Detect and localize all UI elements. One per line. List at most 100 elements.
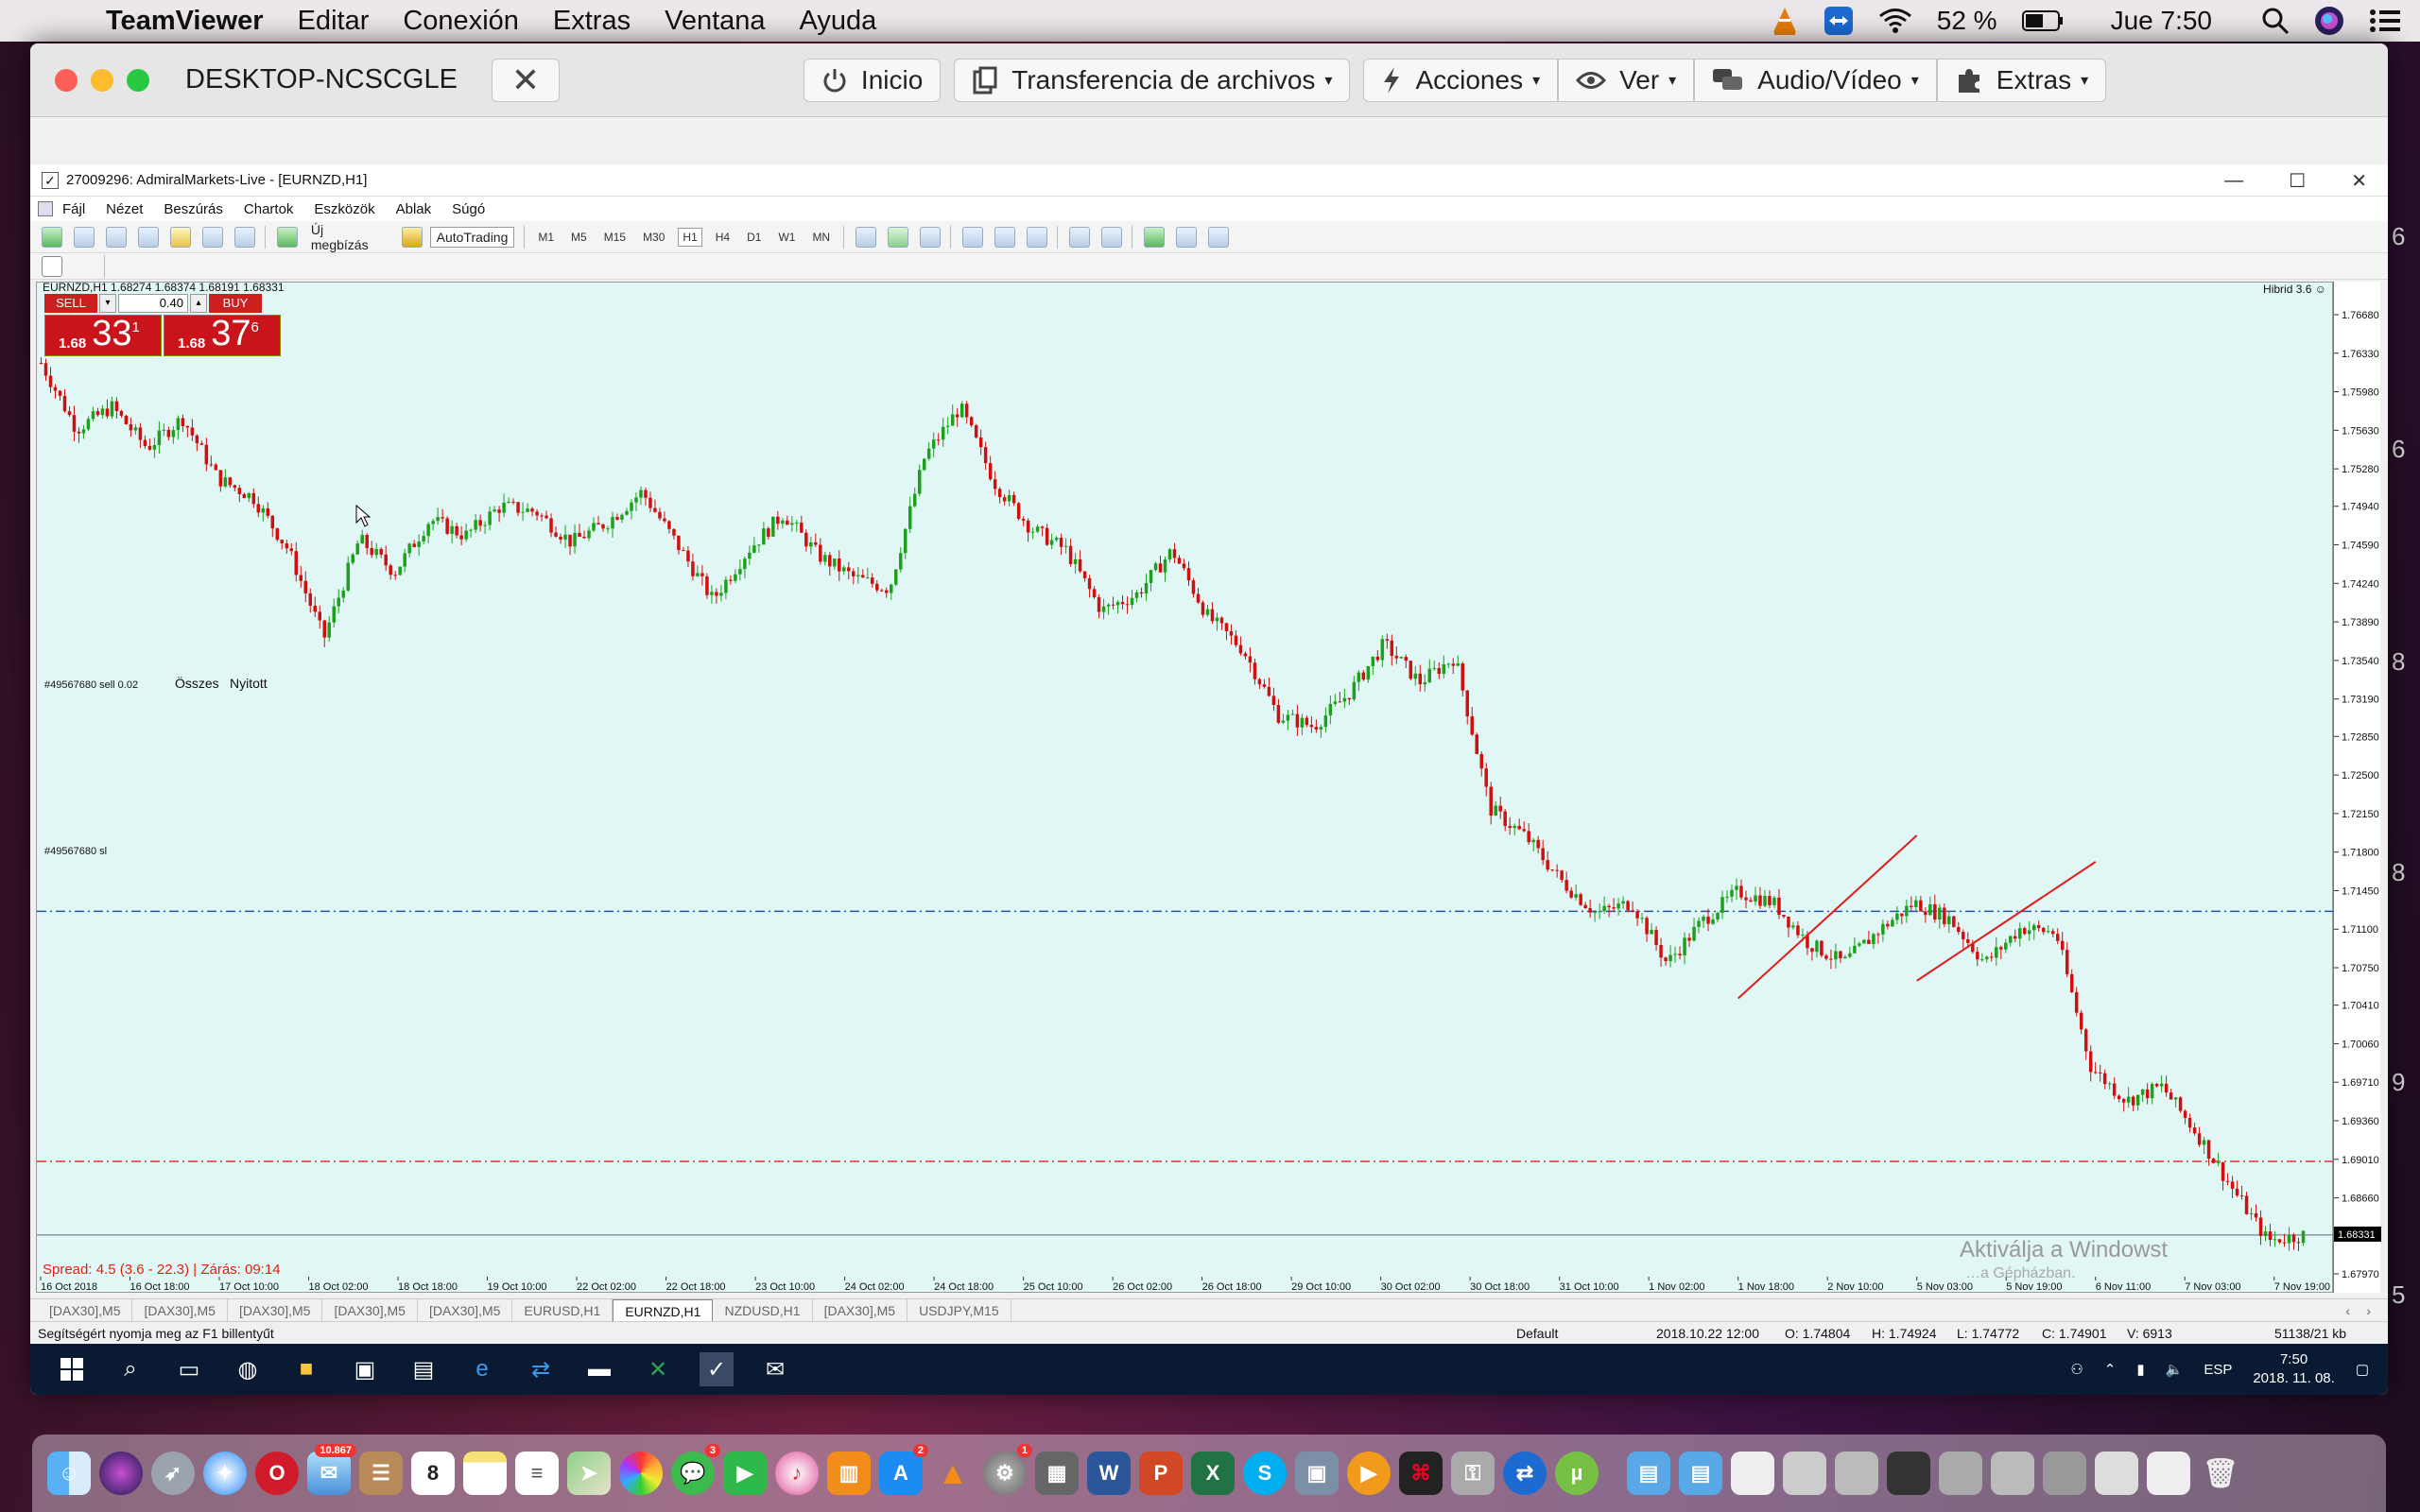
timeframe-h1[interactable]: H1 — [678, 227, 702, 247]
document-thumbnail-icon[interactable] — [2043, 1452, 2086, 1495]
wifi-icon[interactable] — [1878, 8, 1912, 34]
menu-fajl[interactable]: Fájl — [62, 201, 85, 217]
search-icon[interactable] — [2335, 227, 2356, 248]
osszes-label[interactable]: Összes — [175, 676, 219, 691]
timeframe-m5[interactable]: M5 — [567, 229, 591, 246]
monitor-icon[interactable]: ▬ — [582, 1352, 616, 1386]
itunes-icon[interactable]: ♪ — [775, 1452, 819, 1495]
zoom-in-icon[interactable] — [962, 226, 984, 248]
finder-icon[interactable]: ☺ — [47, 1452, 91, 1495]
menu-editar[interactable]: Editar — [298, 6, 370, 37]
file-transfer-button[interactable]: Transferencia de archivos ▾ — [954, 58, 1351, 102]
chart-tab[interactable]: [DAX30],M5 — [418, 1298, 513, 1322]
chart-tab[interactable]: NZDUSD,H1 — [713, 1298, 813, 1322]
siri-dock-icon[interactable] — [99, 1452, 143, 1495]
timeframe-m30[interactable]: M30 — [639, 229, 668, 246]
timeframe-mn[interactable]: MN — [808, 229, 834, 246]
photos-icon[interactable] — [619, 1452, 663, 1495]
close-icon[interactable]: ✕ — [2351, 169, 2367, 193]
timeframe-m15[interactable]: M15 — [600, 229, 630, 246]
vertical-line-icon[interactable] — [116, 256, 137, 277]
minimize-icon[interactable]: — — [2224, 170, 2243, 192]
rectangle-icon[interactable] — [341, 256, 362, 277]
menu-nezet[interactable]: Nézet — [106, 201, 143, 217]
infuse-icon[interactable]: ▶ — [1347, 1452, 1391, 1495]
zoom-window-button[interactable] — [127, 68, 149, 92]
document-thumbnail-icon[interactable] — [1887, 1452, 1930, 1495]
order-line-label[interactable]: #49567680 sell 0.02 — [44, 679, 138, 691]
messages-icon[interactable]: 💬 3 — [671, 1444, 720, 1495]
document-thumbnail-icon[interactable] — [1991, 1452, 2034, 1495]
spotlight-search-icon[interactable] — [2261, 7, 2290, 35]
stoploss-line-label[interactable]: #49567680 sl — [44, 846, 107, 857]
pitchfork-icon[interactable] — [406, 256, 426, 277]
navigator-icon[interactable] — [137, 226, 159, 248]
document-thumbnail-icon[interactable] — [1731, 1452, 1774, 1495]
menu-chartok[interactable]: Chartok — [244, 201, 294, 217]
acrobat-icon[interactable]: ⌘ — [1399, 1452, 1443, 1495]
meta-editor-icon[interactable] — [401, 226, 423, 248]
menu-sugo[interactable]: Súgó — [452, 201, 485, 217]
document-thumbnail-icon[interactable] — [1835, 1452, 1878, 1495]
new-order-button[interactable]: Új megbízás — [305, 220, 390, 254]
timeframe-d1[interactable]: D1 — [743, 229, 765, 246]
action-center-icon[interactable]: ▢ — [2356, 1361, 2369, 1378]
document-thumbnail-icon[interactable] — [2095, 1452, 2138, 1495]
text-icon[interactable] — [277, 256, 298, 277]
file-explorer-icon[interactable]: ■ — [289, 1352, 323, 1386]
close-window-button[interactable] — [55, 68, 78, 92]
crosshair-icon[interactable] — [74, 256, 95, 277]
ver-button[interactable]: Ver ▾ — [1558, 58, 1695, 102]
timeframe-m1[interactable]: M1 — [534, 229, 558, 246]
audio-video-button[interactable]: Audio/Vídeo ▾ — [1694, 58, 1937, 102]
chart-tab[interactable]: [DAX30],M5 — [228, 1298, 323, 1322]
search-icon[interactable]: ⌕ — [113, 1352, 147, 1386]
menu-beszuras[interactable]: Beszúrás — [164, 201, 223, 217]
periods-icon[interactable] — [1175, 226, 1197, 248]
remote-desktop-view[interactable]: ✓ 27009296: AdmiralMarkets-Live - [EURNZ… — [30, 117, 2388, 1395]
trash-icon[interactable]: 🗑 — [2199, 1452, 2242, 1495]
menu-ablak[interactable]: Ablak — [396, 201, 432, 217]
menubar-clock[interactable]: Jue 7:50 — [2111, 6, 2212, 36]
launchpad-icon[interactable]: ➶ — [151, 1452, 195, 1495]
chart-tab-active[interactable]: EURNZD,H1 — [613, 1298, 714, 1322]
windows-start-icon[interactable] — [55, 1352, 89, 1386]
mail-dock-icon[interactable]: ✉ 10.867 — [307, 1444, 356, 1495]
notes-icon[interactable] — [463, 1452, 507, 1495]
menu-conexion[interactable]: Conexión — [403, 6, 519, 37]
chart-tab[interactable]: EURUSD,H1 — [512, 1298, 614, 1322]
system-preferences-icon[interactable]: ⚙ 1 — [983, 1444, 1032, 1495]
fibonacci-icon[interactable] — [245, 256, 266, 277]
sell-price-button[interactable]: 1.68 33 1 — [44, 315, 162, 356]
chart-shift-icon[interactable] — [1101, 226, 1122, 248]
document-thumbnail-icon[interactable] — [1783, 1452, 1826, 1495]
image-capture-icon[interactable]: ▣ — [1295, 1452, 1339, 1495]
teamviewer-dock-icon[interactable]: ⇄ — [1503, 1452, 1547, 1495]
documents-folder-icon[interactable]: ▤ — [1679, 1452, 1722, 1495]
chart-tab[interactable]: [DAX30],M5 — [38, 1298, 133, 1322]
templates-icon[interactable] — [1207, 226, 1229, 248]
autotrading-button[interactable]: AutoTrading — [429, 226, 515, 248]
buy-price-button[interactable]: 1.68 37 6 — [164, 315, 281, 356]
app-menu-teamviewer[interactable]: TeamViewer — [106, 6, 264, 37]
tray-chevron-up-icon[interactable]: ⌃ — [2104, 1361, 2117, 1378]
inicio-button[interactable]: Inicio — [803, 58, 942, 102]
people-icon[interactable]: ⚇ — [2070, 1361, 2083, 1378]
menu-extras[interactable]: Extras — [553, 6, 631, 37]
timeframe-h4[interactable]: H4 — [712, 229, 734, 246]
chart-tab[interactable]: [DAX30],M5 — [322, 1298, 418, 1322]
siri-icon[interactable] — [2314, 6, 2344, 36]
new-chart-icon[interactable] — [42, 226, 62, 248]
applications-folder-icon[interactable]: ▤ — [1627, 1452, 1670, 1495]
tab-scroll-right-icon[interactable]: › — [2366, 1303, 2371, 1318]
lot-size-input[interactable]: 0.40 — [118, 294, 188, 313]
excel-dock-icon[interactable]: X — [1191, 1452, 1235, 1495]
tile-windows-icon[interactable] — [1027, 226, 1048, 248]
market-watch-icon[interactable] — [105, 226, 127, 248]
menu-ayuda[interactable]: Ayuda — [800, 6, 877, 37]
opera-icon[interactable]: O — [255, 1452, 299, 1495]
document-thumbnail-icon[interactable] — [2147, 1452, 2190, 1495]
teamviewer-taskbar-icon[interactable]: ⇄ — [524, 1352, 558, 1386]
arrows-icon[interactable] — [470, 256, 491, 277]
mail-icon[interactable]: ✉ — [758, 1352, 792, 1386]
